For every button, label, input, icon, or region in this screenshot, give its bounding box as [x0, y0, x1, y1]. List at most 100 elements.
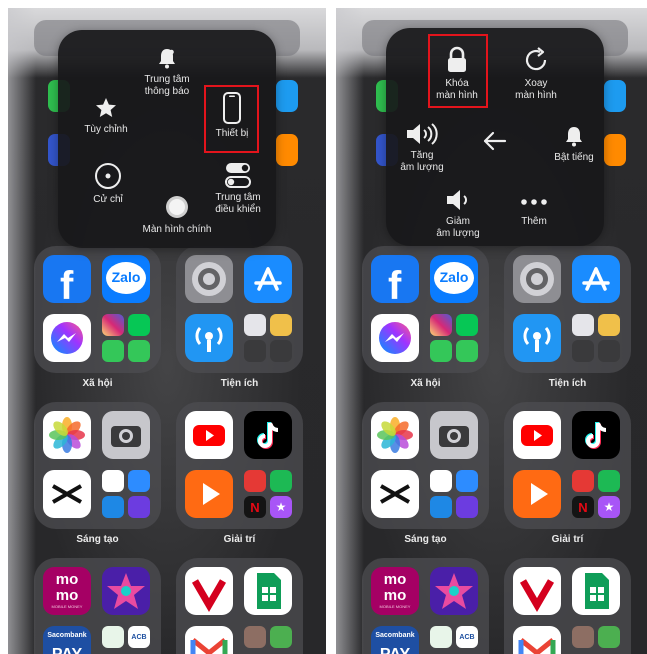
line-icon[interactable]	[128, 314, 150, 336]
vieon-app-icon[interactable]	[185, 567, 233, 615]
google-sheets-app-icon[interactable]	[572, 567, 620, 615]
folder-finance[interactable]: mo mo MOBILE MONEY Sacombank PAY ACB	[362, 558, 489, 654]
menu-item-customize[interactable]: Tùy chỉnh	[76, 96, 136, 136]
settings-app-icon[interactable]	[513, 255, 561, 303]
phone-icon[interactable]	[102, 340, 124, 362]
line-icon[interactable]	[456, 314, 478, 336]
camera-app-icon[interactable]	[102, 411, 150, 459]
editor-icon[interactable]	[102, 496, 124, 518]
app-store-icon[interactable]	[244, 255, 292, 303]
imovie-icon[interactable]	[128, 496, 150, 518]
youtube-app-icon[interactable]	[185, 411, 233, 459]
tax-app-icon[interactable]	[270, 626, 292, 648]
messages-icon[interactable]	[456, 340, 478, 362]
folder-entertainment[interactable]: N ★	[176, 402, 303, 529]
spotify-icon[interactable]	[270, 470, 292, 492]
app-store-icon[interactable]	[572, 255, 620, 303]
wifi-key-app-icon[interactable]	[513, 314, 561, 362]
acb-icon[interactable]: ACB	[128, 626, 150, 648]
phone-icon[interactable]	[430, 340, 452, 362]
scanner-icon[interactable]	[270, 340, 292, 362]
zoom-icon[interactable]	[128, 470, 150, 492]
zalo-app-icon[interactable]: Zalo	[102, 255, 150, 303]
youtube-music-icon[interactable]	[244, 470, 266, 492]
facebook-app-icon[interactable]: f	[371, 255, 419, 303]
calculator-icon[interactable]	[572, 314, 594, 336]
sacombank-pay-app-icon[interactable]: Sacombank PAY	[371, 626, 419, 654]
sacombank-pay-app-icon[interactable]: Sacombank PAY	[43, 626, 91, 654]
momo-app-icon[interactable]: mo mo MOBILE MONEY	[43, 567, 91, 615]
editor-icon[interactable]	[430, 496, 452, 518]
game-icon[interactable]	[244, 626, 266, 648]
google-photos-icon[interactable]	[102, 470, 124, 492]
menu-item-home-screen[interactable]: Màn hình chính	[128, 194, 226, 236]
instagram-icon[interactable]	[430, 314, 452, 336]
itunes-store-icon[interactable]: ★	[598, 496, 620, 518]
camera-app-icon[interactable]	[430, 411, 478, 459]
folder-finance[interactable]: mo mo MOBILE MONEY Sacombank PAY ACB	[34, 558, 161, 654]
photos-app-icon[interactable]	[43, 411, 91, 459]
zoom-icon[interactable]	[456, 470, 478, 492]
itunes-store-icon[interactable]: ★	[270, 496, 292, 518]
folder-label-entertainment: Giải trí	[223, 534, 256, 545]
folder-media[interactable]	[176, 558, 303, 654]
folder-entertainment[interactable]: N ★	[504, 402, 631, 529]
google-photos-icon[interactable]	[430, 470, 452, 492]
spotify-icon[interactable]	[598, 470, 620, 492]
notes-icon[interactable]	[598, 314, 620, 336]
video-player-app-icon[interactable]	[513, 470, 561, 518]
toggles-icon	[225, 163, 251, 188]
instagram-icon[interactable]	[102, 314, 124, 336]
game-icon[interactable]	[572, 626, 594, 648]
folder-creative[interactable]	[362, 402, 489, 529]
scanner-icon[interactable]	[598, 340, 620, 362]
gmail-app-icon[interactable]	[185, 626, 233, 654]
tax-app-icon[interactable]	[598, 626, 620, 648]
calculator-icon[interactable]	[244, 314, 266, 336]
zalo-app-icon[interactable]: Zalo	[430, 255, 478, 303]
capcut-app-icon[interactable]	[43, 470, 91, 518]
netflix-icon[interactable]: N	[572, 496, 594, 518]
google-sheets-app-icon[interactable]	[244, 567, 292, 615]
capcut-app-icon[interactable]	[371, 470, 419, 518]
menu-item-volume-up[interactable]: Tăng âm lượng	[390, 122, 454, 174]
imovie-icon[interactable]	[456, 496, 478, 518]
youtube-app-icon[interactable]	[513, 411, 561, 459]
photos-app-icon[interactable]	[371, 411, 419, 459]
lottery-app-icon[interactable]	[430, 567, 478, 615]
settings-app-icon[interactable]	[185, 255, 233, 303]
folder-social[interactable]: f Zalo	[362, 246, 489, 373]
menu-item-unmute[interactable]: Bật tiếng	[546, 124, 602, 164]
lottery-app-icon[interactable]	[102, 567, 150, 615]
vieon-app-icon[interactable]	[513, 567, 561, 615]
momo-app-icon[interactable]: mo mo MOBILE MONEY	[371, 567, 419, 615]
folder-media[interactable]	[504, 558, 631, 654]
bank-shield-icon[interactable]	[430, 626, 452, 648]
menu-item-more[interactable]: Thêm	[512, 192, 556, 228]
folder-utilities[interactable]	[176, 246, 303, 373]
youtube-music-icon[interactable]	[572, 470, 594, 492]
bell-icon	[159, 49, 175, 69]
video-player-app-icon[interactable]	[185, 470, 233, 518]
wifi-key-app-icon[interactable]	[185, 314, 233, 362]
watch-icon[interactable]	[244, 340, 266, 362]
acb-icon[interactable]: ACB	[456, 626, 478, 648]
menu-item-notification-center[interactable]: Trung tâm thông báo	[136, 46, 198, 98]
tiktok-app-icon[interactable]	[572, 411, 620, 459]
back-button[interactable]	[480, 130, 510, 156]
netflix-icon[interactable]: N	[244, 496, 266, 518]
notes-icon[interactable]	[270, 314, 292, 336]
folder-social[interactable]: f Zalo	[34, 246, 161, 373]
watch-icon[interactable]	[572, 340, 594, 362]
folder-utilities[interactable]	[504, 246, 631, 373]
messenger-app-icon[interactable]	[43, 314, 91, 362]
messenger-app-icon[interactable]	[371, 314, 419, 362]
menu-item-volume-down[interactable]: Giảm âm lượng	[428, 188, 488, 240]
folder-creative[interactable]	[34, 402, 161, 529]
facebook-app-icon[interactable]: f	[43, 255, 91, 303]
menu-item-rotate-screen[interactable]: Xoay màn hình	[504, 46, 568, 102]
messages-icon[interactable]	[128, 340, 150, 362]
tiktok-app-icon[interactable]	[244, 411, 292, 459]
bank-shield-icon[interactable]	[102, 626, 124, 648]
gmail-app-icon[interactable]	[513, 626, 561, 654]
